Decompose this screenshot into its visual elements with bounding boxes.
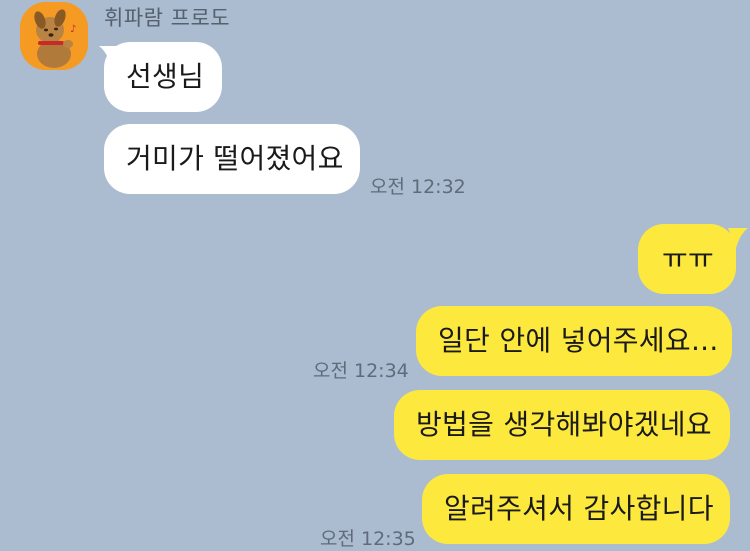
sender-name: 휘파람 프로도 [104, 6, 231, 30]
svg-text:♪: ♪ [70, 24, 76, 35]
incoming-message[interactable]: 거미가 떨어졌어요 [104, 124, 360, 194]
sender-avatar-icon[interactable]: ♪ [20, 2, 88, 70]
message-timestamp: 오전 12:32 [370, 176, 466, 198]
outgoing-message[interactable]: 알려주셔서 감사합니다 [422, 474, 730, 544]
outgoing-message[interactable]: 방법을 생각해봐야겠네요 [394, 390, 730, 460]
chat-window: ♪ 휘파람 프로도 선생님 거미가 떨어졌어요 오전 12:32 ㅠㅠ 일단 안… [0, 0, 750, 551]
incoming-message[interactable]: 선생님 [104, 42, 222, 112]
outgoing-message[interactable]: 일단 안에 넣어주세요... [416, 306, 732, 376]
message-timestamp: 오전 12:35 [320, 528, 416, 550]
outgoing-message[interactable]: ㅠㅠ [638, 224, 736, 294]
outgoing-bubble-tail [728, 228, 748, 248]
message-timestamp: 오전 12:34 [313, 360, 409, 382]
